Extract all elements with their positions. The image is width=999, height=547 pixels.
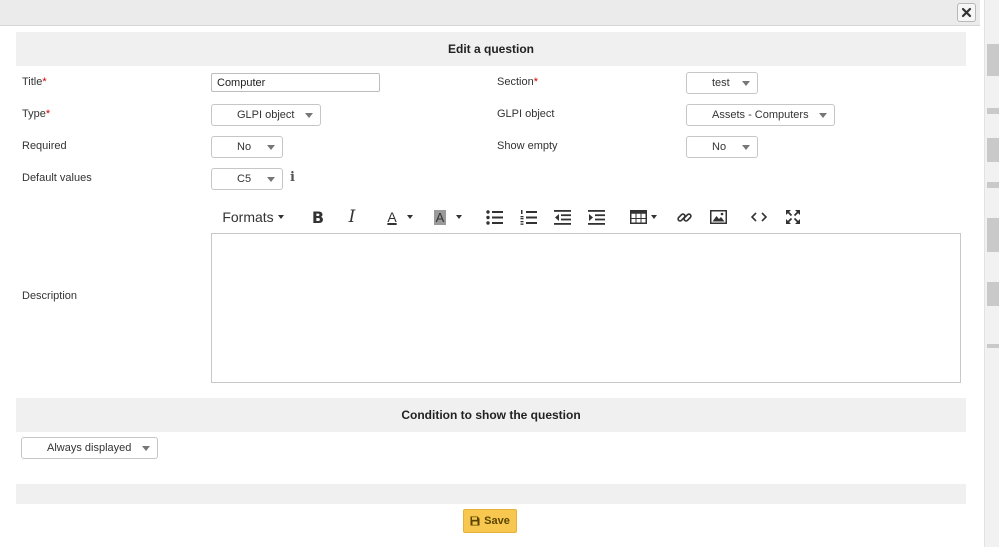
default-values-select-value: C5 bbox=[237, 173, 252, 185]
chevron-down-icon bbox=[267, 145, 275, 150]
show-empty-select[interactable]: No bbox=[686, 136, 758, 158]
title-input-value: Computer bbox=[217, 76, 266, 89]
link-icon bbox=[676, 212, 692, 222]
fullscreen-icon bbox=[786, 210, 800, 224]
scroll-segment[interactable] bbox=[987, 44, 999, 76]
chevron-down-icon bbox=[267, 177, 275, 182]
text-color-button[interactable]: A bbox=[380, 205, 420, 229]
condition-select-value: Always displayed bbox=[47, 442, 132, 454]
save-disk-icon bbox=[470, 516, 480, 526]
default-values-label: Default values bbox=[22, 172, 92, 184]
outdent-icon bbox=[553, 209, 571, 225]
formats-dropdown[interactable]: Formats bbox=[219, 205, 287, 229]
insert-image-button[interactable] bbox=[708, 205, 728, 229]
description-label: Description bbox=[22, 290, 78, 302]
glpi-object-label: GLPI object bbox=[497, 108, 555, 120]
image-icon bbox=[709, 210, 727, 224]
background-color-button[interactable]: A bbox=[428, 205, 468, 229]
required-marker: * bbox=[45, 108, 51, 120]
numbered-list-icon bbox=[520, 209, 537, 225]
info-icon[interactable]: i bbox=[290, 170, 295, 185]
italic-button[interactable]: I bbox=[341, 205, 363, 229]
scroll-segment[interactable] bbox=[987, 218, 999, 252]
bullet-list-button[interactable] bbox=[484, 205, 504, 229]
italic-icon: I bbox=[348, 207, 356, 227]
chevron-down-icon bbox=[305, 113, 313, 118]
chevron-down-icon bbox=[277, 215, 284, 219]
source-code-button[interactable] bbox=[749, 205, 769, 229]
chevron-down-icon bbox=[742, 145, 750, 150]
required-select[interactable]: No bbox=[211, 136, 283, 158]
indent-button[interactable] bbox=[586, 205, 606, 229]
type-select-value: GLPI object bbox=[237, 109, 295, 121]
table-icon bbox=[629, 210, 647, 224]
required-select-value: No bbox=[237, 141, 252, 153]
description-editor[interactable] bbox=[211, 233, 961, 383]
show-empty-select-value: No bbox=[712, 141, 727, 153]
save-button[interactable]: Save bbox=[463, 509, 517, 533]
chevron-down-icon bbox=[819, 113, 827, 118]
scroll-segment[interactable] bbox=[987, 108, 999, 114]
bold-icon: B bbox=[311, 207, 325, 227]
scroll-segment[interactable] bbox=[987, 344, 999, 348]
chevron-down-icon bbox=[742, 81, 750, 86]
chevron-down-icon bbox=[456, 215, 463, 219]
page-scrollbar[interactable] bbox=[984, 0, 999, 547]
section-header-edit-question: Edit a question bbox=[16, 32, 966, 66]
type-select[interactable]: GLPI object bbox=[211, 104, 321, 126]
condition-select[interactable]: Always displayed bbox=[21, 437, 158, 459]
formats-label: Formats bbox=[222, 209, 274, 225]
title-label: Title* bbox=[22, 76, 47, 88]
scroll-segment[interactable] bbox=[987, 138, 999, 162]
required-marker: * bbox=[42, 76, 47, 88]
default-values-select[interactable]: C5 bbox=[211, 168, 283, 190]
section-title: Edit a question bbox=[447, 42, 534, 56]
outdent-button[interactable] bbox=[552, 205, 572, 229]
section-select-value: test bbox=[712, 77, 730, 89]
close-icon bbox=[961, 7, 972, 18]
numbered-list-button[interactable] bbox=[518, 205, 538, 229]
bullet-list-icon bbox=[485, 209, 503, 225]
insert-link-button[interactable] bbox=[674, 205, 694, 229]
glpi-object-select[interactable]: Assets - Computers bbox=[686, 104, 835, 126]
chevron-down-icon bbox=[406, 215, 413, 219]
bold-button[interactable]: B bbox=[307, 205, 329, 229]
scroll-segment[interactable] bbox=[987, 182, 999, 188]
required-label: Required bbox=[22, 140, 67, 152]
scroll-segment[interactable] bbox=[987, 282, 999, 306]
fullscreen-button[interactable] bbox=[783, 205, 803, 229]
dialog-titlebar bbox=[0, 0, 980, 26]
save-label: Save bbox=[484, 515, 510, 527]
close-button[interactable] bbox=[957, 3, 976, 22]
title-input[interactable]: Computer bbox=[211, 73, 380, 92]
required-marker: * bbox=[533, 76, 538, 88]
code-icon bbox=[751, 212, 767, 222]
chevron-down-icon bbox=[650, 215, 657, 219]
text-color-icon: A bbox=[387, 209, 397, 225]
footer-band bbox=[16, 484, 966, 504]
indent-icon bbox=[587, 209, 605, 225]
background-color-icon: A bbox=[433, 209, 447, 225]
show-empty-label: Show empty bbox=[497, 140, 558, 152]
section-header-condition: Condition to show the question bbox=[16, 398, 966, 432]
section-select[interactable]: test bbox=[686, 72, 758, 94]
section-label: Section* bbox=[497, 76, 538, 88]
table-button[interactable] bbox=[626, 205, 660, 229]
type-label: Type* bbox=[22, 108, 51, 120]
glpi-object-select-value: Assets - Computers bbox=[712, 109, 809, 121]
section-title: Condition to show the question bbox=[401, 408, 581, 422]
chevron-down-icon bbox=[142, 446, 150, 451]
